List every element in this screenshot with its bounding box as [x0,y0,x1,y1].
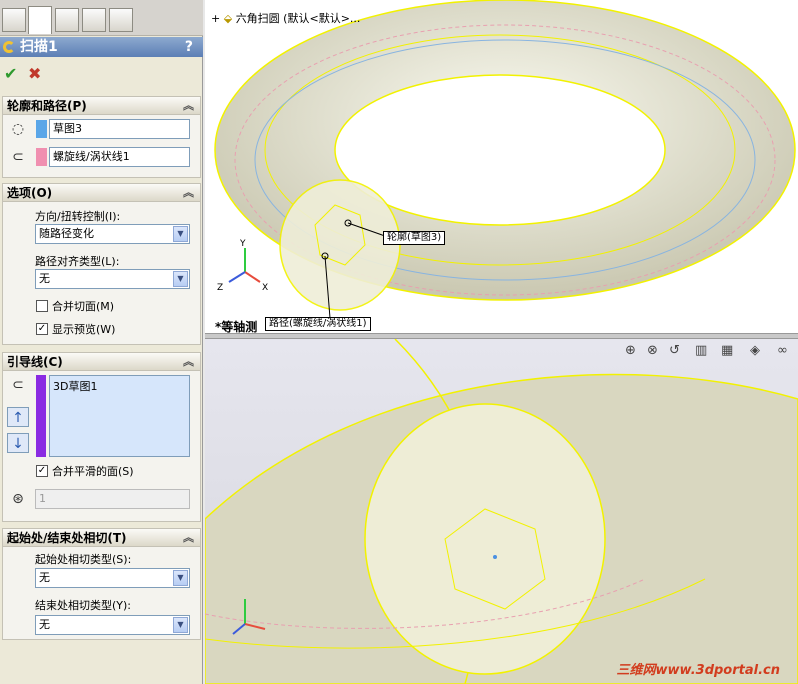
options-group: 选项(O) ︽ 方向/扭转控制(I): 随路径变化 ▼ 路径对齐类型(L): 无… [2,183,201,345]
part-name[interactable]: 六角扫圆 (默认<默认>... [236,12,361,25]
feature-manager-tab-icon[interactable] [2,8,26,32]
chevron-down-icon[interactable]: ▼ [173,271,188,287]
orient-select[interactable]: 随路径变化 ▼ [35,224,190,244]
profile-callout[interactable]: 轮廓(草图3) [383,231,446,245]
merge-smooth-label[interactable]: 合并平滑的面(S) [52,463,134,479]
profile-icon: ◌ [11,121,25,137]
watermark: 三维网www.3dportal.cn [616,663,780,678]
orient-value: 随路径变化 [39,227,94,240]
align-select[interactable]: 无 ▼ [35,269,190,289]
profile-color-swatch [36,120,47,138]
torus-model-top: Y X Z [214,0,796,319]
merge-faces-label[interactable]: 合并切面(M) [52,298,114,314]
path-color-swatch [36,148,47,166]
property-manager-tab-icon[interactable] [28,6,52,34]
merge-faces-checkbox[interactable] [36,300,48,312]
display-manager-tab-icon[interactable] [109,8,133,32]
show-preview-label[interactable]: 显示预览(W) [52,321,115,337]
collapse-icon[interactable]: ︽ [183,353,194,371]
manager-tabs [0,0,203,36]
start-tangency-select[interactable]: 无 ▼ [35,568,190,588]
guide-color-bar [36,375,46,457]
profile-path-group: 轮廓和路径(P) ︽ ◌ 草图3 ⊂ 螺旋线/涡状线1 [2,96,201,178]
zoom-to-fit-icon[interactable]: ⊕ [625,343,636,358]
section-spinner[interactable]: 1 [35,489,190,509]
configuration-manager-tab-icon[interactable] [55,8,79,32]
display-style-icon[interactable]: ◈ [750,343,760,358]
dimxpert-tab-icon[interactable] [82,8,106,32]
align-value: 无 [39,272,50,285]
group-title: 起始处/结束处相切(T) [7,531,127,545]
group-title: 选项(O) [7,186,53,200]
tangency-header[interactable]: 起始处/结束处相切(T) ︽ [3,529,200,547]
chevron-down-icon[interactable]: ▼ [173,617,188,633]
tangency-group: 起始处/结束处相切(T) ︽ 起始处相切类型(S): 无 ▼ 结束处相切类型(Y… [2,528,201,640]
collapse-icon[interactable]: ︽ [183,97,194,115]
show-preview-checkbox[interactable]: ✓ [36,323,48,335]
guide-curves-group: 引导线(C) ︽ ⊂ 3D草图1 ↑ ↓ ✓ 合并平滑的面(S) ⊛ 1 [2,352,201,522]
section-view-icon[interactable]: ▥ [695,343,707,358]
collapse-icon[interactable]: ︽ [183,529,194,547]
end-tangency-select[interactable]: 无 ▼ [35,615,190,635]
feature-title-bar: 扫描1 ? [0,37,203,57]
chevron-down-icon[interactable]: ▼ [173,226,188,242]
end-tangency-label: 结束处相切类型(Y): [35,599,132,612]
view-orientation-icon[interactable]: ▦ [721,343,733,358]
guide-curve-icon: ⊂ [12,377,24,393]
show-sections-icon[interactable]: ⊛ [7,489,29,509]
list-item[interactable]: 3D草图1 [53,378,186,394]
svg-text:X: X [262,283,268,293]
previous-view-icon[interactable]: ↺ [669,343,680,358]
expand-icon[interactable]: + [211,12,220,25]
svg-text:Y: Y [239,239,246,249]
profile-field[interactable]: 草图3 [49,119,190,139]
path-field[interactable]: 螺旋线/涡状线1 [49,147,190,167]
viewport-bottom[interactable]: ⊕ ⊗ ↺ ▥ ▦ ◈ ∞ [205,338,798,684]
path-icon: ⊂ [12,149,24,165]
orient-label: 方向/扭转控制(I): [35,210,121,223]
ok-button[interactable]: ✔ [4,64,17,83]
torus-model-detail [205,338,798,684]
move-down-button[interactable]: ↓ [7,433,29,453]
sweep-icon [3,41,15,53]
zoom-area-icon[interactable]: ⊗ [647,343,658,358]
part-icon: ⬙ [223,12,233,25]
merge-smooth-checkbox[interactable]: ✓ [36,465,48,477]
group-title: 轮廓和路径(P) [7,99,87,113]
profile-path-header[interactable]: 轮廓和路径(P) ︽ [3,97,200,115]
feature-title: 扫描1 [20,39,58,55]
collapse-icon[interactable]: ︽ [183,184,194,202]
path-callout[interactable]: 路径(螺旋线/涡状线1) [265,317,371,331]
start-tangency-label: 起始处相切类型(S): [35,553,132,566]
group-title: 引导线(C) [7,355,63,369]
triad-icon: Y X Z [217,239,268,293]
options-header[interactable]: 选项(O) ︽ [3,184,200,202]
cancel-button[interactable]: ✖ [28,64,41,83]
viewport-top[interactable]: Y X Z + ⬙ 六角扫圆 (默认<默认>... 轮廓(草图3) 路径(螺旋线… [205,0,798,334]
align-label: 路径对齐类型(L): [35,255,120,268]
hide-show-icon[interactable]: ∞ [777,343,788,358]
chevron-down-icon[interactable]: ▼ [173,570,188,586]
feature-tree-flyout[interactable]: + ⬙ 六角扫圆 (默认<默认>... [211,10,360,26]
svg-text:Z: Z [217,283,223,293]
start-tangency-value: 无 [39,571,50,584]
end-tangency-value: 无 [39,618,50,631]
move-up-button[interactable]: ↑ [7,407,29,427]
graphics-area[interactable]: Y X Z + ⬙ 六角扫圆 (默认<默认>... 轮廓(草图3) 路径(螺旋线… [205,0,798,684]
help-button[interactable]: ? [185,37,193,57]
guide-curves-header[interactable]: 引导线(C) ︽ [3,353,200,371]
guide-curves-list[interactable]: 3D草图1 [49,375,190,457]
property-manager: 扫描1 ? ✔ ✖ 轮廓和路径(P) ︽ ◌ 草图3 ⊂ 螺旋线/涡状线1 选项… [0,0,203,684]
